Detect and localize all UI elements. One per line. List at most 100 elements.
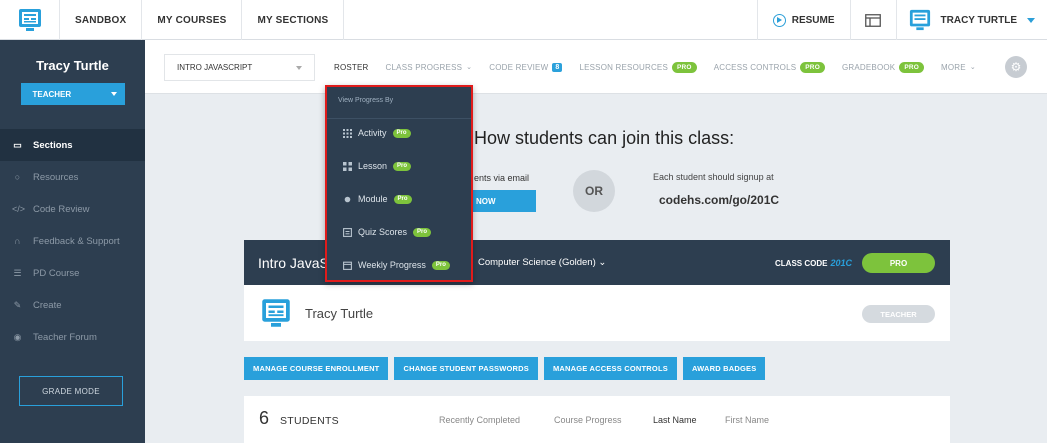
nav-sandbox[interactable]: SANDBOX — [60, 0, 143, 40]
tab-label: GRADEBOOK — [841, 62, 896, 72]
user-avatar-icon — [909, 9, 930, 31]
sort-course-progress[interactable]: Course Progress — [554, 415, 622, 425]
section-select-value: INTRO JAVASCRIPT — [177, 63, 253, 72]
class-code: CLASS CODE 201C — [775, 258, 852, 268]
pd-course-icon: ☰ — [13, 267, 22, 278]
grid-dots-icon — [343, 128, 352, 138]
dot-icon — [343, 195, 352, 204]
sort-recently-completed[interactable]: Recently Completed — [439, 415, 520, 425]
tab-roster[interactable]: ROSTER — [334, 63, 369, 72]
section-select[interactable]: INTRO JAVASCRIPT — [164, 54, 315, 81]
forum-icon: ◉ — [13, 331, 22, 342]
pro-badge: Pro — [413, 227, 432, 237]
sidebar-item-sections[interactable]: ▭ Sections — [0, 129, 145, 161]
headset-icon: ∩ — [14, 236, 21, 246]
manage-course-enrollment-button[interactable]: MANAGE COURSE ENROLLMENT — [244, 357, 389, 380]
tab-label: MORE — [941, 62, 966, 72]
sidebar-item-code-review[interactable]: </> Code Review — [0, 193, 145, 225]
class-card-teacher-row: Tracy Turtle TEACHER — [244, 285, 950, 341]
tab-lesson-resources[interactable]: LESSON RESOURCES PRO — [579, 61, 697, 73]
signup-url: codehs.com/go/201C — [659, 193, 780, 207]
sidebar-item-feedback[interactable]: ∩ Feedback & Support — [0, 225, 145, 257]
progress-by-quiz-scores[interactable]: Quiz Scores Pro — [343, 227, 432, 237]
dropdown-item-label: Quiz Scores — [358, 227, 408, 237]
student-count: 6 — [259, 408, 270, 428]
dropdown-item-label: Module — [358, 194, 388, 204]
progress-by-lesson[interactable]: Lesson Pro — [343, 161, 412, 171]
section-subnav: INTRO JAVASCRIPT ROSTER CLASS PROGRESS ⌄… — [145, 40, 1047, 94]
tab-label: ACCESS CONTROLS — [713, 62, 797, 72]
sort-last-name[interactable]: Last Name — [653, 415, 697, 425]
class-progress-dropdown: View Progress By Activity Pro Lesson Pro… — [325, 85, 473, 282]
chevron-down-icon: ⌄ — [466, 64, 473, 71]
chevron-down-icon: ⌄ — [969, 64, 976, 71]
sidebar-item-label: Teacher Forum — [33, 331, 97, 343]
pro-badge: Pro — [431, 260, 450, 270]
chevron-down-icon — [1027, 17, 1035, 23]
teacher-role-badge: TEACHER — [862, 305, 935, 323]
grade-mode-button[interactable]: GRADE MODE — [19, 376, 123, 406]
tab-label: CLASS PROGRESS — [385, 62, 463, 72]
chevron-down-icon — [110, 92, 117, 96]
settings-button[interactable]: ⚙ — [1005, 56, 1027, 78]
tab-code-review[interactable]: CODE REVIEW 8 — [489, 62, 563, 72]
students-label: STUDENTS — [280, 415, 339, 427]
sidebar-item-label: Feedback & Support — [33, 235, 120, 247]
class-code-label: CLASS CODE — [775, 259, 828, 268]
progress-by-weekly-progress[interactable]: Weekly Progress Pro — [343, 260, 450, 270]
play-icon — [772, 13, 786, 27]
pro-badge: PRO — [899, 61, 925, 73]
progress-by-module[interactable]: Module Pro — [343, 194, 412, 204]
pro-badge: PRO — [672, 61, 697, 73]
sections-icon: ▭ — [13, 139, 22, 150]
user-name: TRACY TURTLE — [940, 14, 1017, 26]
award-badges-button[interactable]: AWARD BADGES — [682, 357, 766, 380]
code-icon: </> — [12, 204, 26, 214]
tab-class-progress[interactable]: CLASS PROGRESS ⌄ — [386, 63, 473, 72]
class-title: Intro JavaS — [258, 255, 329, 271]
sidebar-item-teacher-forum[interactable]: ◉ Teacher Forum — [0, 321, 145, 353]
codehs-logo[interactable] — [0, 0, 60, 40]
lightbulb-icon: ○ — [14, 172, 21, 182]
class-actions: MANAGE COURSE ENROLLMENT CHANGE STUDENT … — [244, 357, 766, 380]
code-review-count-badge: 8 — [552, 62, 563, 72]
signup-instructions: Each student should signup at — [653, 172, 774, 182]
sidebar-item-label: Sections — [33, 139, 73, 151]
teacher-avatar-icon — [262, 299, 290, 327]
pro-badge: Pro — [393, 161, 412, 171]
calendar-icon — [343, 261, 352, 270]
join-title: How students can join this class: — [474, 128, 735, 148]
tab-more[interactable]: MORE ⌄ — [941, 63, 976, 72]
tab-access-controls[interactable]: ACCESS CONTROLS PRO — [713, 61, 825, 73]
window-button[interactable] — [849, 0, 896, 40]
quiz-icon — [343, 227, 352, 237]
manage-access-controls-button[interactable]: MANAGE ACCESS CONTROLS — [543, 357, 677, 380]
pro-button[interactable]: PRO — [862, 253, 935, 273]
nav-my-courses[interactable]: MY COURSES — [142, 0, 243, 40]
nav-my-sections[interactable]: MY SECTIONS — [242, 0, 345, 40]
sidebar-item-resources[interactable]: ○ Resources — [0, 161, 145, 193]
teacher-name: Tracy Turtle — [305, 306, 374, 321]
four-squares-icon — [343, 161, 352, 171]
students-panel: 6 STUDENTS Recently Completed Course Pro… — [244, 396, 950, 443]
pro-badge: Pro — [392, 128, 411, 138]
dropdown-item-label: Weekly Progress — [358, 260, 426, 270]
change-student-passwords-button[interactable]: CHANGE STUDENT PASSWORDS — [394, 357, 538, 380]
tab-label: LESSON RESOURCES — [579, 62, 668, 72]
role-select[interactable]: TEACHER — [20, 83, 125, 105]
pro-badge: PRO — [800, 61, 825, 73]
progress-by-activity[interactable]: Activity Pro — [343, 128, 411, 138]
user-menu[interactable]: TRACY TURTLE — [895, 0, 1047, 40]
or-divider: OR — [573, 170, 615, 212]
sort-first-name[interactable]: First Name — [725, 415, 769, 425]
gear-icon: ⚙ — [1010, 60, 1022, 74]
resume-button[interactable]: RESUME — [756, 0, 850, 40]
invite-now-button[interactable]: NOW — [470, 190, 536, 212]
chevron-down-icon — [296, 65, 302, 70]
sidebar-item-label: Resources — [33, 171, 79, 183]
sidebar-item-create[interactable]: ✎ Create — [0, 289, 145, 321]
tab-gradebook[interactable]: GRADEBOOK PRO — [841, 61, 925, 73]
monitor-logo-icon — [18, 9, 41, 31]
course-select[interactable]: Computer Science (Golden) ⌄ — [478, 257, 606, 268]
sidebar-item-pd-course[interactable]: ☰ PD Course — [0, 257, 145, 289]
